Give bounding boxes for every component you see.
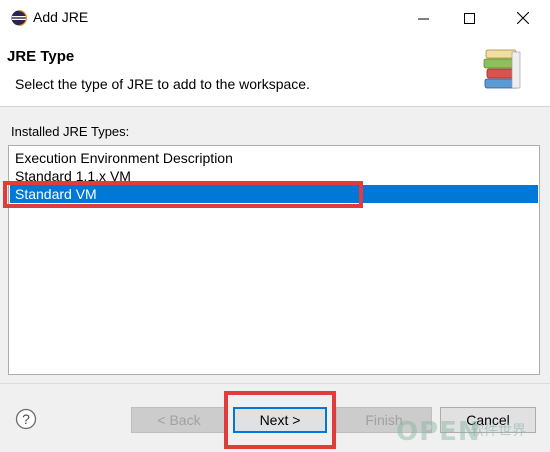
close-icon [517, 12, 529, 24]
watermark-subtext: 软件世界 [470, 422, 526, 438]
minimize-icon [417, 18, 429, 19]
svg-text:?: ? [22, 411, 30, 427]
books-icon [483, 49, 521, 89]
wizard-header: JRE Type Select the type of JRE to add t… [0, 36, 550, 107]
maximize-button[interactable] [446, 0, 492, 36]
list-item-standard-11x-vm[interactable]: Standard 1.1.x VM [10, 167, 538, 185]
title-bar: Add JRE [0, 0, 550, 36]
footer-separator [0, 383, 550, 384]
watermark-logo: OPEN [396, 417, 481, 447]
list-item-standard-vm[interactable]: Standard VM [10, 185, 538, 203]
eclipse-icon [11, 10, 27, 26]
list-item-execution-environment[interactable]: Execution Environment Description [10, 149, 538, 167]
next-button[interactable]: Next > [233, 407, 327, 433]
page-title: JRE Type [7, 48, 75, 65]
help-icon[interactable]: ? [15, 408, 37, 430]
minimize-button[interactable] [400, 0, 446, 36]
jre-type-list[interactable]: Execution Environment Description Standa… [8, 145, 540, 375]
back-button[interactable]: < Back [131, 407, 227, 433]
close-button[interactable] [500, 0, 546, 36]
maximize-icon [463, 12, 475, 24]
installed-jre-types-label: Installed JRE Types: [11, 124, 130, 139]
window-title: Add JRE [33, 9, 89, 25]
page-description: Select the type of JRE to add to the wor… [15, 76, 310, 92]
